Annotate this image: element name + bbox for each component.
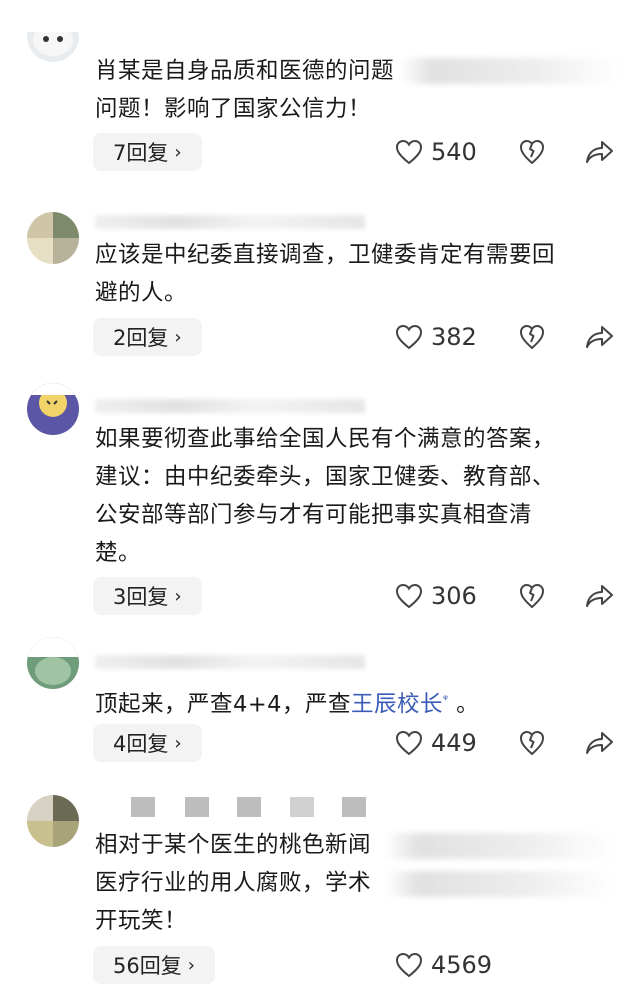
- avatar[interactable]: [27, 795, 79, 847]
- heart-outline-icon: [395, 324, 423, 350]
- broken-heart-icon[interactable]: [518, 582, 546, 610]
- search-link[interactable]: 王辰校长: [351, 692, 443, 718]
- comment-line: 开玩笑！: [95, 908, 188, 934]
- comment-line: 建议：由中纪委牵头，国家卫健委、教育部、: [95, 464, 556, 490]
- comment-line: 问题！影响了国家公信力！: [95, 96, 372, 122]
- avatar[interactable]: [27, 637, 79, 689]
- comment-actions: 4569: [395, 946, 615, 984]
- obscured-text: [385, 833, 615, 859]
- comment-text: 如果要彻查此事给全国人民有个满意的答案， 建议：由中纪委牵头，国家卫健委、教育部…: [95, 420, 610, 572]
- username-obscured: [95, 215, 365, 229]
- like-button[interactable]: 449: [395, 729, 510, 757]
- username-obscured: [131, 797, 155, 817]
- heart-outline-icon: [395, 583, 423, 609]
- chevron-right-icon: ›: [174, 326, 182, 348]
- like-count: 4569: [431, 951, 493, 979]
- obscured-text: [400, 58, 620, 84]
- heart-outline-icon: [395, 730, 423, 756]
- avatar[interactable]: [27, 383, 79, 435]
- comment-text: 应该是中纪委直接调查，卫健委肯定有需要回 避的人。: [95, 236, 610, 312]
- chevron-right-icon: ›: [174, 141, 182, 163]
- comment-line: 避的人。: [95, 280, 188, 306]
- reply-count-button[interactable]: 3回复 ›: [93, 577, 202, 615]
- heart-outline-icon: [395, 139, 423, 165]
- like-count: 449: [431, 729, 477, 757]
- comment-line: 应该是中纪委直接调查，卫健委肯定有需要回: [95, 242, 556, 268]
- like-button[interactable]: 306: [395, 582, 510, 610]
- avatar[interactable]: [27, 10, 79, 62]
- heart-outline-icon: [395, 952, 423, 978]
- like-button[interactable]: 540: [395, 138, 510, 166]
- chevron-right-icon: ›: [187, 954, 195, 976]
- broken-heart-icon[interactable]: [518, 729, 546, 757]
- comment-actions: 306: [395, 577, 615, 615]
- username-obscured: [290, 797, 314, 817]
- like-count: 540: [431, 138, 477, 166]
- like-count: 382: [431, 323, 477, 351]
- share-arrow-icon[interactable]: [584, 729, 614, 757]
- comment-actions: 382: [395, 318, 615, 356]
- obscured-text: [385, 871, 615, 897]
- username-obscured: [342, 797, 366, 817]
- comment-actions: 449: [395, 724, 615, 762]
- like-button[interactable]: 382: [395, 323, 510, 351]
- comment-text: 顶起来，严查4+4，严查王辰校长ᵠ 。: [95, 691, 480, 718]
- comment-actions: 540: [395, 133, 615, 171]
- chevron-right-icon: ›: [174, 585, 182, 607]
- broken-heart-icon[interactable]: [518, 323, 546, 351]
- reply-count-button[interactable]: 4回复 ›: [93, 724, 202, 762]
- broken-heart-icon[interactable]: [518, 138, 546, 166]
- reply-count-button[interactable]: 56回复 ›: [93, 946, 215, 984]
- comment-line: 如果要彻查此事给全国人民有个满意的答案，: [95, 426, 556, 452]
- chevron-right-icon: ›: [174, 732, 182, 754]
- share-arrow-icon[interactable]: [584, 582, 614, 610]
- comment-line: 楚。: [95, 540, 142, 566]
- reply-count-button[interactable]: 2回复 ›: [93, 318, 202, 356]
- username-obscured: [95, 655, 365, 669]
- like-button[interactable]: 4569: [395, 951, 510, 979]
- username-obscured: [185, 797, 209, 817]
- share-arrow-icon[interactable]: [584, 323, 614, 351]
- avatar[interactable]: [27, 212, 79, 264]
- comment-line: 公安部等部门参与才有可能把事实真相查清: [95, 502, 533, 528]
- reply-count-button[interactable]: 7回复 ›: [93, 133, 202, 171]
- username-obscured: [95, 399, 365, 413]
- share-arrow-icon[interactable]: [584, 138, 614, 166]
- like-count: 306: [431, 582, 477, 610]
- username-obscured: [237, 797, 261, 817]
